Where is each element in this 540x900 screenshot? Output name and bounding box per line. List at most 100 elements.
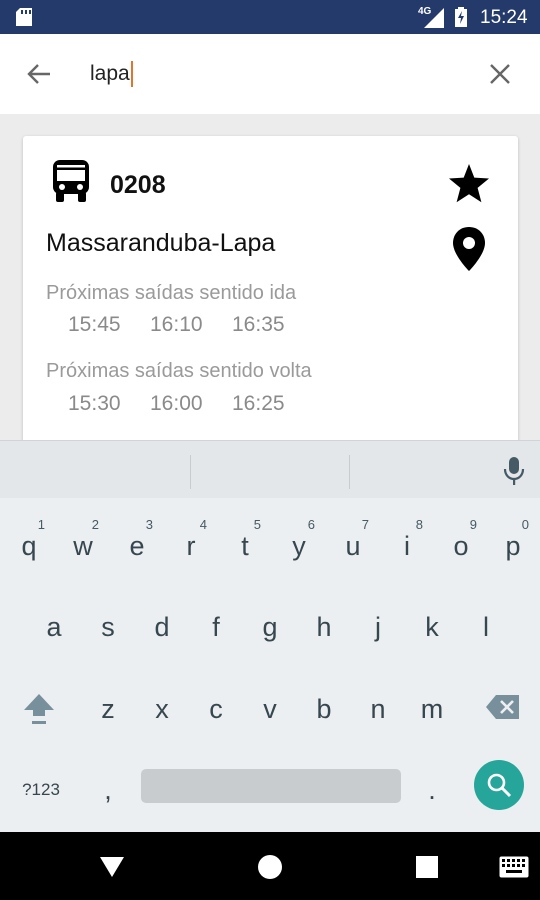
key-label: p (505, 530, 521, 561)
key-w[interactable]: 2w (56, 507, 110, 577)
key-g[interactable]: g (243, 588, 297, 658)
key-label: y (292, 530, 306, 561)
signal-icon (424, 8, 444, 28)
key-label: k (425, 611, 439, 642)
key-number-hint: 2 (91, 517, 99, 532)
clear-search-button[interactable] (482, 56, 518, 92)
key-t[interactable]: 5t (218, 507, 272, 577)
key-s[interactable]: s (81, 588, 135, 658)
keyboard-switch-button[interactable] (494, 850, 534, 884)
text-caret (130, 61, 133, 87)
key-label: s (101, 611, 115, 642)
route-name: Massaranduba-Lapa (46, 229, 276, 257)
circle-home-icon (258, 855, 282, 879)
key-c[interactable]: c (189, 670, 243, 740)
star-icon[interactable] (447, 162, 491, 206)
sd-card-icon (16, 8, 32, 26)
key-j[interactable]: j (351, 588, 405, 658)
key-label: q (21, 530, 37, 561)
battery-charging-icon (455, 7, 467, 27)
key-x[interactable]: x (135, 670, 189, 740)
route-card[interactable]: 0208 Massaranduba-Lapa Próximas saídas s… (23, 136, 518, 440)
key-label: x (155, 693, 169, 724)
key-o[interactable]: 9o (434, 507, 488, 577)
departure-time: 16:25 (232, 392, 285, 415)
comma-key[interactable]: , (81, 751, 135, 821)
back-button[interactable] (20, 56, 58, 92)
key-m[interactable]: m (405, 670, 459, 740)
key-number-hint: 1 (37, 517, 45, 532)
suggestion-divider (190, 455, 191, 489)
key-label: c (209, 693, 223, 724)
nav-recents-button[interactable] (410, 850, 444, 884)
key-label: j (375, 611, 381, 642)
departure-time: 15:30 (68, 392, 121, 415)
key-e[interactable]: 3e (110, 507, 164, 577)
system-nav-bar (0, 832, 540, 900)
departure-time: 16:10 (150, 313, 203, 336)
key-h[interactable]: h (297, 588, 351, 658)
nav-home-button[interactable] (253, 850, 287, 884)
key-b[interactable]: b (297, 670, 351, 740)
key-z[interactable]: z (81, 670, 135, 740)
key-label: u (345, 530, 361, 561)
key-label: z (101, 693, 115, 724)
soft-keyboard: 1q 2w 3e 4r 5t 6y 7u 8i 9o 0p a s d f g … (0, 440, 540, 832)
key-number-hint: 5 (253, 517, 261, 532)
key-label: ?123 (22, 780, 60, 799)
key-label: o (453, 530, 469, 561)
square-recents-icon (416, 856, 438, 878)
key-label: m (420, 693, 444, 724)
key-d[interactable]: d (135, 588, 189, 658)
key-label: . (428, 774, 436, 805)
outbound-times: 15:45 16:10 16:35 (68, 313, 314, 337)
space-key[interactable] (141, 769, 401, 803)
backspace-key[interactable] (476, 670, 530, 740)
key-label: r (186, 530, 196, 561)
key-label: b (316, 693, 332, 724)
period-key[interactable]: . (405, 751, 459, 821)
key-i[interactable]: 8i (380, 507, 434, 577)
shift-key[interactable] (12, 670, 66, 740)
key-number-hint: 8 (415, 517, 423, 532)
search-input[interactable]: lapa (90, 56, 460, 92)
search-key[interactable] (474, 760, 524, 810)
key-k[interactable]: k (405, 588, 459, 658)
close-icon (490, 64, 510, 84)
arrow-left-icon (27, 64, 50, 84)
return-label: Próximas saídas sentido volta (46, 360, 312, 382)
key-r[interactable]: 4r (164, 507, 218, 577)
key-number-hint: 7 (361, 517, 369, 532)
key-v[interactable]: v (243, 670, 297, 740)
key-n[interactable]: n (351, 670, 405, 740)
key-number-hint: 6 (307, 517, 315, 532)
key-y[interactable]: 6y (272, 507, 326, 577)
status-bar: 4G 15:24 (0, 0, 540, 34)
microphone-icon[interactable] (500, 455, 528, 487)
key-l[interactable]: l (459, 588, 513, 658)
key-a[interactable]: a (27, 588, 81, 658)
suggestion-strip (0, 440, 540, 498)
keyboard-icon (499, 856, 529, 878)
key-u[interactable]: 7u (326, 507, 380, 577)
key-q[interactable]: 1q (2, 507, 56, 577)
symbols-key[interactable]: ?123 (14, 751, 68, 821)
departure-time: 15:45 (68, 313, 121, 336)
departure-time: 16:35 (232, 313, 285, 336)
key-label: , (104, 774, 112, 805)
nav-back-button[interactable] (95, 850, 129, 884)
key-label: v (263, 693, 277, 724)
suggestion-divider (349, 455, 350, 489)
outbound-label: Próximas saídas sentido ida (46, 282, 297, 304)
bus-icon (53, 160, 89, 202)
results-list: 0208 Massaranduba-Lapa Próximas saídas s… (0, 114, 540, 440)
key-p[interactable]: 0p (486, 507, 540, 577)
key-label: h (316, 611, 332, 642)
key-label: t (241, 530, 249, 561)
key-label: g (262, 611, 278, 642)
route-code: 0208 (110, 171, 166, 199)
key-label: d (154, 611, 170, 642)
map-pin-icon[interactable] (451, 226, 487, 272)
departure-time: 16:00 (150, 392, 203, 415)
key-f[interactable]: f (189, 588, 243, 658)
